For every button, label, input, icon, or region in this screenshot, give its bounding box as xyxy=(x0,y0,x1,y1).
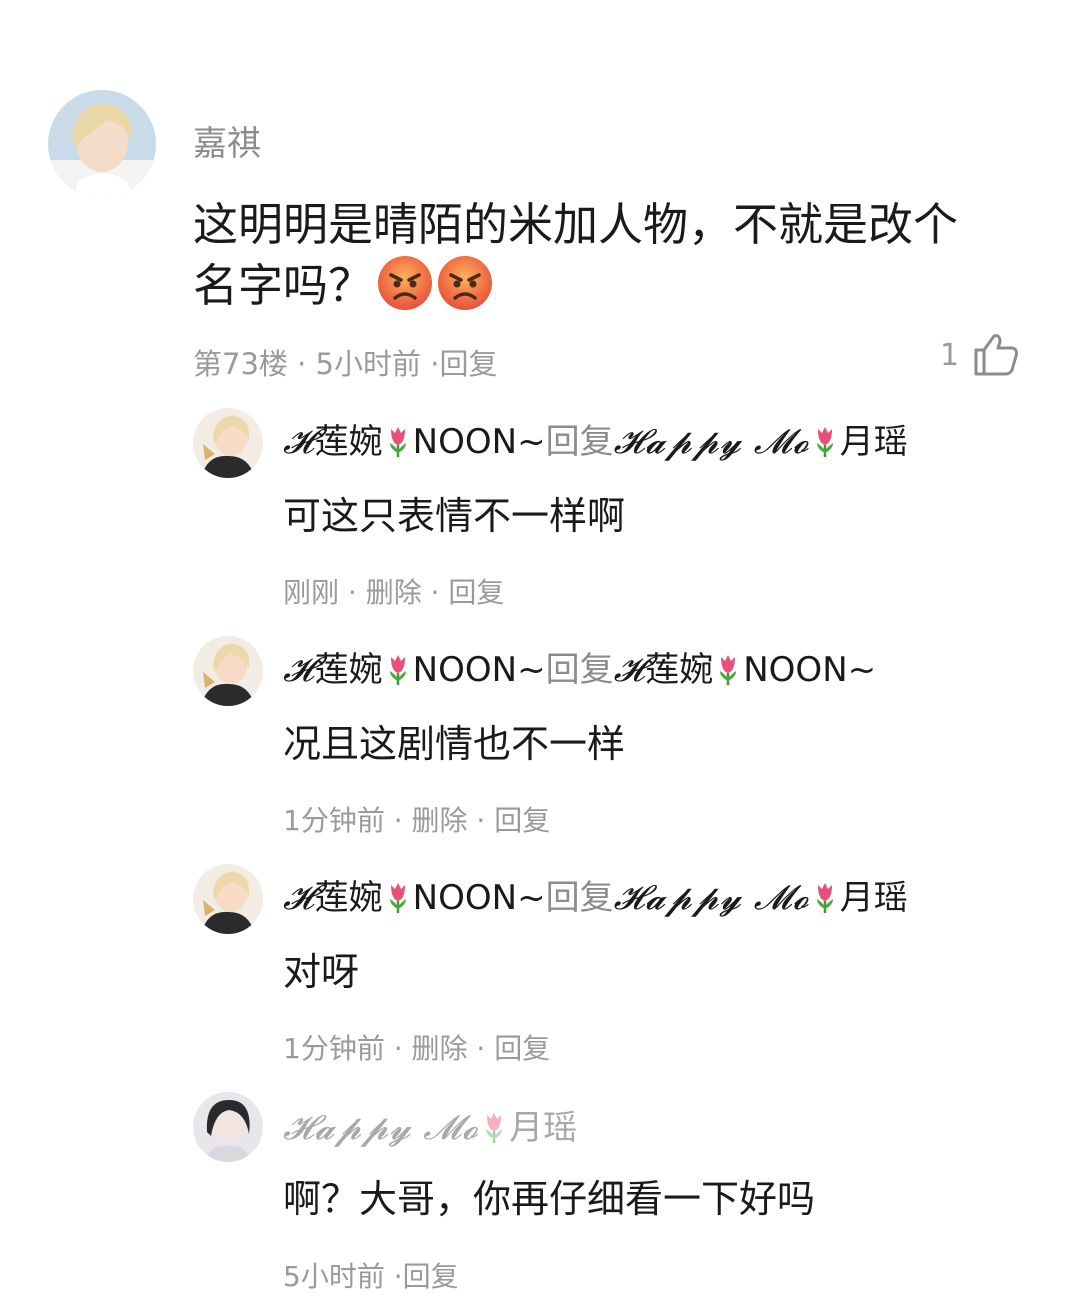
reply-text: 可这只表情不一样啊 xyxy=(283,494,626,538)
comment-username[interactable]: 嘉祺 xyxy=(193,120,261,168)
reply-text: 况且这剧情也不一样 xyxy=(283,722,626,766)
reply-author-name: 月瑶 xyxy=(509,1108,578,1148)
reply-author-script: 𝓗 xyxy=(283,878,315,918)
reply-target-script: 𝓗𝓪𝓹𝓹𝔂 𝓜𝓸 xyxy=(613,878,810,918)
reply-target-name: 月瑶 xyxy=(839,422,908,462)
reply-meta[interactable]: 1分钟前 · 删除 · 回复 xyxy=(283,801,550,841)
reply-meta[interactable]: 刚刚 · 删除 · 回复 xyxy=(283,573,504,613)
reply-author-script: 𝓗𝓪𝓹𝓹𝔂 𝓜𝓸 xyxy=(283,1108,480,1148)
reply-text: 啊？大哥，你再仔细看一下好吗 xyxy=(283,1177,816,1221)
reply-author-suffix: NOON~ xyxy=(412,878,546,918)
avatar[interactable] xyxy=(193,408,263,478)
reply-meta[interactable]: 1分钟前 · 删除 · 回复 xyxy=(283,1029,550,1069)
reply-author-name: 莲婉 xyxy=(314,878,383,918)
tulip-icon xyxy=(812,879,838,929)
reply-meta[interactable]: 5小时前 ·回复 xyxy=(283,1257,459,1297)
reply-header[interactable]: 𝓗𝓪𝓹𝓹𝔂 𝓜𝓸 月瑶 xyxy=(283,1103,577,1159)
reply-author-script: 𝓗 xyxy=(283,650,315,690)
comment-body: 这明明是晴陌的米加人物，不就是改个名字吗？ xyxy=(193,198,959,312)
reply-word: 回复 xyxy=(545,878,614,918)
tulip-icon xyxy=(385,879,411,929)
tulip-icon xyxy=(385,423,411,473)
tulip-icon xyxy=(812,423,838,473)
reply-target-script: 𝓗 xyxy=(613,650,646,690)
reply-target-script: 𝓗𝓪𝓹𝓹𝔂 𝓜𝓸 xyxy=(613,422,810,462)
angry-face-icon xyxy=(436,254,494,326)
reply-header[interactable]: 𝓗莲婉 NOON~回复𝓗𝓪𝓹𝓹𝔂 𝓜𝓸 月瑶 xyxy=(283,873,908,929)
reply-header[interactable]: 𝓗莲婉 NOON~回复𝓗莲婉 NOON~ xyxy=(283,645,876,701)
comment-text: 这明明是晴陌的米加人物，不就是改个名字吗？ xyxy=(193,195,993,326)
reply-target-suffix: NOON~ xyxy=(743,650,877,690)
avatar[interactable] xyxy=(193,864,263,934)
avatar[interactable] xyxy=(193,636,263,706)
tulip-icon xyxy=(385,651,411,701)
reply-author-script: 𝓗 xyxy=(283,422,315,462)
reply-text: 对呀 xyxy=(283,950,360,994)
reply-word: 回复 xyxy=(545,650,614,690)
avatar[interactable] xyxy=(193,1092,263,1162)
reply-header[interactable]: 𝓗莲婉 NOON~回复𝓗𝓪𝓹𝓹𝔂 𝓜𝓸 月瑶 xyxy=(283,417,908,473)
comment-meta[interactable]: 第73楼 · 5小时前 ·回复 xyxy=(193,342,497,386)
tulip-icon xyxy=(715,651,741,701)
thumbs-up-icon[interactable] xyxy=(972,332,1020,380)
reply-author-suffix: NOON~ xyxy=(412,422,546,462)
angry-face-icon xyxy=(376,254,434,326)
like-count: 1 xyxy=(940,338,960,373)
reply-author-name: 莲婉 xyxy=(314,422,383,462)
reply-author-suffix: NOON~ xyxy=(412,650,546,690)
reply-author-name: 莲婉 xyxy=(314,650,383,690)
avatar[interactable] xyxy=(48,90,156,198)
reply-word: 回复 xyxy=(545,422,614,462)
reply-target-name: 莲婉 xyxy=(645,650,714,690)
tulip-icon xyxy=(481,1109,507,1159)
reply-target-name: 月瑶 xyxy=(839,878,908,918)
